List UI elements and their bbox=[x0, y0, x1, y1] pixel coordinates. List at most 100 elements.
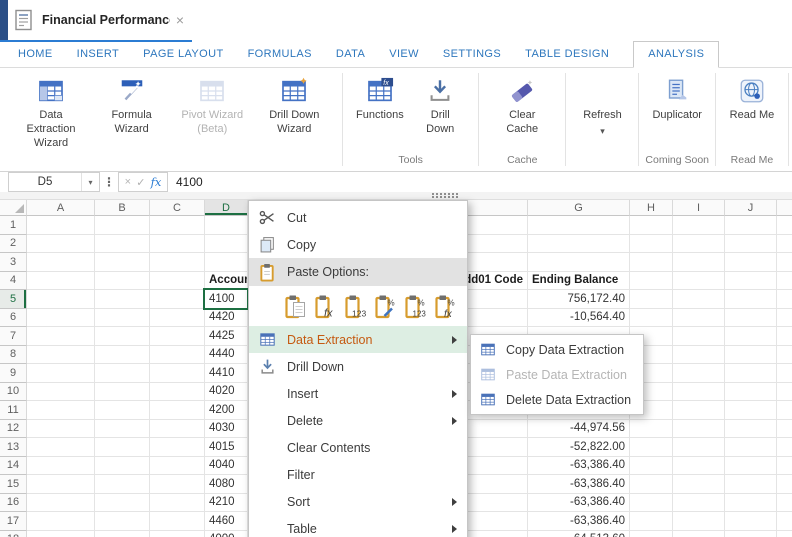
cell-A2[interactable] bbox=[27, 235, 95, 254]
row-header-6[interactable]: 6 bbox=[0, 309, 27, 328]
cell-B14[interactable] bbox=[95, 457, 150, 476]
ribbon-tab-insert[interactable]: INSERT bbox=[77, 42, 120, 67]
cell-J12[interactable] bbox=[725, 420, 777, 439]
cell-G12[interactable]: -44,974.56 bbox=[528, 420, 630, 439]
cell-G15[interactable]: -63,386.40 bbox=[528, 475, 630, 494]
cell-D15[interactable]: 4080 bbox=[205, 475, 248, 494]
cell-A11[interactable] bbox=[27, 401, 95, 420]
cell-H5[interactable] bbox=[630, 290, 673, 309]
cell-A7[interactable] bbox=[27, 327, 95, 346]
cell-I6[interactable] bbox=[673, 309, 725, 328]
row-header-5[interactable]: 5 bbox=[0, 290, 27, 309]
cell-C5[interactable] bbox=[150, 290, 205, 309]
close-tab-icon[interactable]: × bbox=[176, 12, 184, 28]
cell-J3[interactable] bbox=[725, 253, 777, 272]
menu-item-data-extraction[interactable]: Data Extraction bbox=[249, 326, 467, 353]
ribbon-tab-data[interactable]: DATA bbox=[336, 42, 365, 67]
cell-A13[interactable] bbox=[27, 438, 95, 457]
cell-K14[interactable] bbox=[777, 457, 792, 476]
cell-I2[interactable] bbox=[673, 235, 725, 254]
cell-B7[interactable] bbox=[95, 327, 150, 346]
row-header-8[interactable]: 8 bbox=[0, 346, 27, 365]
cell-B5[interactable] bbox=[95, 290, 150, 309]
menu-item-cut[interactable]: Cut bbox=[249, 204, 467, 231]
cell-H3[interactable] bbox=[630, 253, 673, 272]
cell-C14[interactable] bbox=[150, 457, 205, 476]
row-header-4[interactable]: 4 bbox=[0, 272, 27, 291]
cell-B12[interactable] bbox=[95, 420, 150, 439]
cell-K10[interactable] bbox=[777, 383, 792, 402]
column-header-G[interactable]: G bbox=[528, 200, 630, 216]
cell-I14[interactable] bbox=[673, 457, 725, 476]
cell-J8[interactable] bbox=[725, 346, 777, 365]
cell-B17[interactable] bbox=[95, 512, 150, 531]
cell-A14[interactable] bbox=[27, 457, 95, 476]
column-header-H[interactable]: H bbox=[630, 200, 673, 216]
cell-G16[interactable]: -63,386.40 bbox=[528, 494, 630, 513]
ribbon-tab-settings[interactable]: SETTINGS bbox=[443, 42, 501, 67]
select-all-corner[interactable] bbox=[0, 200, 27, 216]
ribbon-tab-formulas[interactable]: FORMULAS bbox=[248, 42, 312, 67]
menu-item-drill-down[interactable]: Drill Down bbox=[249, 353, 467, 380]
submenu-item-copy-data-extraction[interactable]: Copy Data Extraction bbox=[471, 337, 643, 362]
enter-button[interactable]: ✓ bbox=[136, 176, 145, 189]
row-header-13[interactable]: 13 bbox=[0, 438, 27, 457]
cell-G5[interactable]: 756,172.40 bbox=[528, 290, 630, 309]
cell-J1[interactable] bbox=[725, 216, 777, 235]
cell-H1[interactable] bbox=[630, 216, 673, 235]
cell-H18[interactable] bbox=[630, 531, 673, 537]
row-header-2[interactable]: 2 bbox=[0, 235, 27, 254]
row-header-14[interactable]: 14 bbox=[0, 457, 27, 476]
cell-G6[interactable]: -10,564.40 bbox=[528, 309, 630, 328]
pivot-wizard-beta-button[interactable]: Pivot Wizard (Beta) bbox=[173, 74, 251, 139]
cell-J11[interactable] bbox=[725, 401, 777, 420]
cell-I11[interactable] bbox=[673, 401, 725, 420]
cell-K4[interactable] bbox=[777, 272, 792, 291]
row-header-17[interactable]: 17 bbox=[0, 512, 27, 531]
cell-J17[interactable] bbox=[725, 512, 777, 531]
ribbon-tab-view[interactable]: VIEW bbox=[389, 42, 419, 67]
cell-D7[interactable]: 4425 bbox=[205, 327, 248, 346]
cell-C11[interactable] bbox=[150, 401, 205, 420]
column-header-J[interactable]: J bbox=[725, 200, 777, 216]
cell-K7[interactable] bbox=[777, 327, 792, 346]
cell-G2[interactable] bbox=[528, 235, 630, 254]
row-header-10[interactable]: 10 bbox=[0, 383, 27, 402]
paste-values-number-formatting-button[interactable]: %123 bbox=[403, 293, 427, 320]
menu-item-paste-options[interactable]: Paste Options: bbox=[249, 258, 467, 286]
cell-K11[interactable] bbox=[777, 401, 792, 420]
cell-B13[interactable] bbox=[95, 438, 150, 457]
cell-D13[interactable]: 4015 bbox=[205, 438, 248, 457]
cell-K13[interactable] bbox=[777, 438, 792, 457]
cell-I5[interactable] bbox=[673, 290, 725, 309]
cell-G3[interactable] bbox=[528, 253, 630, 272]
cell-C9[interactable] bbox=[150, 364, 205, 383]
cell-G4[interactable]: Ending Balance bbox=[528, 272, 630, 291]
cell-H13[interactable] bbox=[630, 438, 673, 457]
duplicator-button[interactable]: Duplicator bbox=[648, 74, 706, 125]
dropdown-caret-icon[interactable]: ▾ bbox=[600, 126, 605, 137]
cell-I8[interactable] bbox=[673, 346, 725, 365]
menu-item-copy[interactable]: Copy bbox=[249, 231, 467, 258]
cell-J15[interactable] bbox=[725, 475, 777, 494]
paste-formulas-button[interactable]: fx bbox=[313, 293, 337, 320]
cell-J18[interactable] bbox=[725, 531, 777, 537]
paste-formulas-number-formatting-button[interactable]: %fx bbox=[433, 293, 457, 320]
cell-D1[interactable] bbox=[205, 216, 248, 235]
formula-bar-resize-handle[interactable] bbox=[432, 193, 458, 198]
cell-D18[interactable]: 4000 bbox=[205, 531, 248, 537]
cell-C12[interactable] bbox=[150, 420, 205, 439]
clear-cache-button[interactable]: Clear Cache bbox=[488, 74, 556, 139]
cell-I13[interactable] bbox=[673, 438, 725, 457]
row-header-11[interactable]: 11 bbox=[0, 401, 27, 420]
cell-J10[interactable] bbox=[725, 383, 777, 402]
cell-I17[interactable] bbox=[673, 512, 725, 531]
cell-K1[interactable] bbox=[777, 216, 792, 235]
cell-G17[interactable]: -63,386.40 bbox=[528, 512, 630, 531]
cell-A15[interactable] bbox=[27, 475, 95, 494]
cell-B18[interactable] bbox=[95, 531, 150, 537]
cell-I12[interactable] bbox=[673, 420, 725, 439]
cell-D9[interactable]: 4410 bbox=[205, 364, 248, 383]
cell-K9[interactable] bbox=[777, 364, 792, 383]
cell-C18[interactable] bbox=[150, 531, 205, 537]
